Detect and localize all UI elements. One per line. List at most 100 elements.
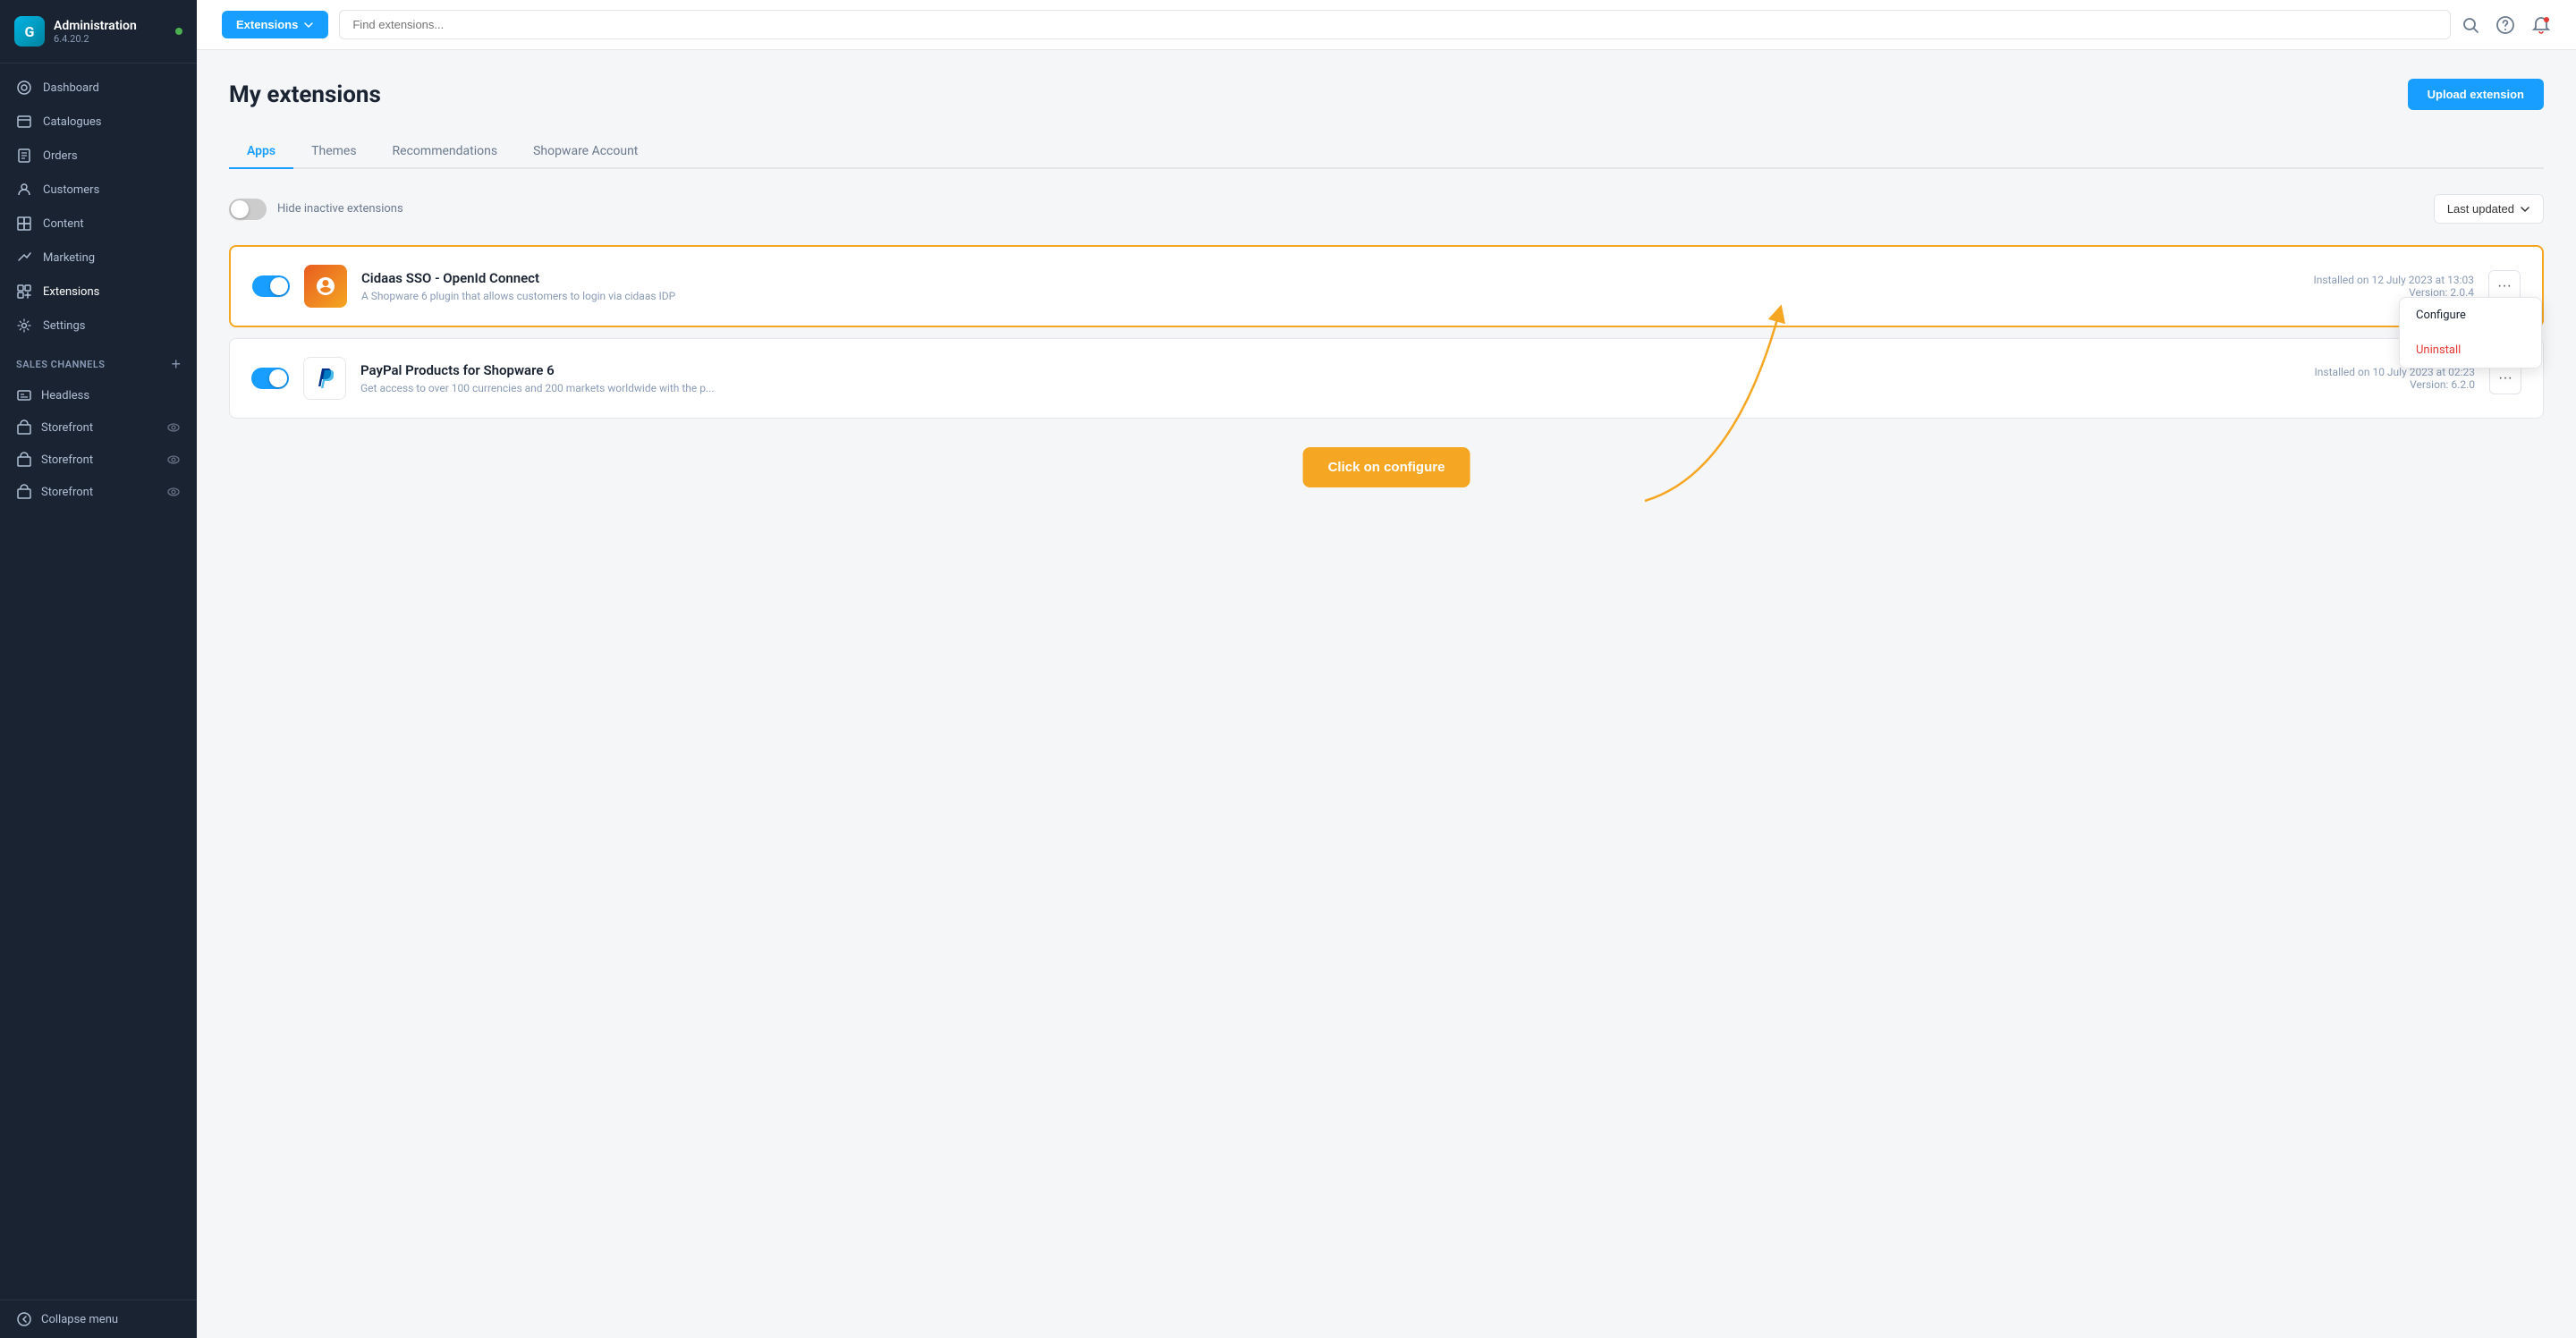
cidaas-desc: A Shopware 6 plugin that allows customer… [361, 290, 2300, 302]
sidebar-item-settings[interactable]: Settings [0, 309, 197, 343]
content-icon [16, 216, 32, 232]
collapse-menu-button[interactable]: Collapse menu [0, 1300, 197, 1338]
cidaas-logo [304, 265, 347, 308]
sidebar-item-content[interactable]: Content [0, 207, 197, 241]
storefront-label-1: Storefront [41, 421, 93, 435]
collapse-label: Collapse menu [41, 1313, 118, 1326]
storefront-icon-3 [16, 484, 32, 500]
hide-inactive-wrapper: Hide inactive extensions [229, 199, 403, 220]
help-icon[interactable] [2496, 15, 2515, 35]
sidebar-item-storefront-3[interactable]: Storefront [0, 476, 197, 508]
sidebar-item-orders[interactable]: Orders [0, 139, 197, 173]
notification-bell-icon[interactable] [2531, 15, 2551, 35]
sales-channels-label: Sales Channels [16, 359, 106, 370]
search-icon[interactable] [2462, 16, 2479, 34]
sidebar-item-label-extensions: Extensions [43, 285, 99, 299]
page-content-area: My extensions Upload extension Apps Them… [197, 50, 2576, 1338]
sidebar: G Administration 6.4.20.2 Dashboard [0, 0, 197, 1338]
status-dot [175, 28, 182, 35]
sidebar-item-label-catalogues: Catalogues [43, 115, 102, 129]
cidaas-name: Cidaas SSO - OpenId Connect [361, 270, 2300, 286]
tab-apps[interactable]: Apps [229, 135, 293, 169]
topbar-actions [2462, 15, 2551, 35]
cidaas-toggle[interactable] [252, 275, 290, 297]
app-title: Administration [54, 19, 137, 33]
marketing-icon [16, 250, 32, 266]
dots-icon: ··· [2498, 370, 2512, 386]
extensions-dropdown-button[interactable]: Extensions [222, 11, 328, 38]
sidebar-item-label-customers: Customers [43, 183, 99, 197]
cidaas-info: Cidaas SSO - OpenId Connect A Shopware 6… [361, 270, 2300, 302]
sidebar-item-catalogues[interactable]: Catalogues [0, 105, 197, 139]
tab-shopware-account[interactable]: Shopware Account [515, 135, 656, 169]
sidebar-item-marketing[interactable]: Marketing [0, 241, 197, 275]
sort-button[interactable]: Last updated [2434, 194, 2544, 224]
cidaas-meta: Installed on 12 July 2023 at 13:03 Versi… [2314, 274, 2474, 299]
configure-button[interactable]: Configure [2400, 298, 2541, 333]
upload-extension-button[interactable]: Upload extension [2408, 79, 2544, 110]
chevron-down-icon [303, 20, 314, 30]
tab-recommendations[interactable]: Recommendations [375, 135, 516, 169]
uninstall-button[interactable]: Uninstall [2400, 333, 2541, 368]
storefront-icon-2 [16, 452, 32, 468]
cidaas-installed: Installed on 12 July 2023 at 13:03 [2314, 274, 2474, 286]
tabs: Apps Themes Recommendations Shopware Acc… [229, 135, 2544, 169]
eye-icon-1[interactable] [166, 420, 181, 435]
tab-themes[interactable]: Themes [293, 135, 374, 169]
search-input[interactable] [339, 10, 2451, 39]
paypal-toggle[interactable] [251, 368, 289, 389]
sidebar-item-dashboard[interactable]: Dashboard [0, 71, 197, 105]
sidebar-item-label-content: Content [43, 217, 84, 231]
app-version: 6.4.20.2 [54, 33, 137, 45]
page-header: My extensions Upload extension [229, 79, 2544, 110]
filter-bar: Hide inactive extensions Last updated [229, 194, 2544, 224]
storefront-label-2: Storefront [41, 453, 93, 467]
add-sales-channel-button[interactable]: + [171, 355, 181, 374]
sidebar-item-label-dashboard: Dashboard [43, 81, 99, 95]
settings-icon [16, 318, 32, 334]
sort-label: Last updated [2447, 202, 2514, 216]
storefront-label-3: Storefront [41, 486, 93, 499]
headless-icon [16, 387, 32, 403]
main-content: Extensions [197, 0, 2576, 1338]
paypal-logo [303, 357, 346, 400]
paypal-desc: Get access to over 100 currencies and 20… [360, 382, 2301, 394]
hide-inactive-toggle[interactable] [229, 199, 267, 220]
eye-icon-3[interactable] [166, 485, 181, 499]
paypal-meta: Installed on 10 July 2023 at 02:23 Versi… [2315, 366, 2475, 391]
hint-arrow [1502, 456, 1788, 635]
paypal-version: Version: 6.2.0 [2315, 378, 2475, 391]
sidebar-item-label-settings: Settings [43, 319, 85, 333]
sidebar-item-storefront-2[interactable]: Storefront [0, 444, 197, 476]
page-title: My extensions [229, 81, 381, 108]
sidebar-item-customers[interactable]: Customers [0, 173, 197, 207]
storefront-icon-1 [16, 419, 32, 436]
configure-hint-area: Click on configure [229, 429, 2544, 537]
app-logo: G [14, 16, 45, 47]
hide-inactive-label: Hide inactive extensions [277, 202, 403, 216]
sidebar-item-label-marketing: Marketing [43, 251, 95, 265]
paypal-name: PayPal Products for Shopware 6 [360, 362, 2301, 378]
extension-card-paypal: PayPal Products for Shopware 6 Get acces… [229, 338, 2544, 419]
dashboard-icon [16, 80, 32, 96]
cidaas-dropdown-menu: Configure Uninstall [2399, 297, 2542, 368]
extension-card-cidaas: Cidaas SSO - OpenId Connect A Shopware 6… [229, 245, 2544, 327]
eye-icon-2[interactable] [166, 453, 181, 467]
paypal-info: PayPal Products for Shopware 6 Get acces… [360, 362, 2301, 394]
customers-icon [16, 182, 32, 198]
sales-channels-section: Sales Channels + [0, 343, 197, 379]
headless-label: Headless [41, 389, 89, 402]
extensions-list: Cidaas SSO - OpenId Connect A Shopware 6… [229, 245, 2544, 537]
orders-icon [16, 148, 32, 164]
dots-icon: ··· [2497, 278, 2512, 294]
extensions-btn-label: Extensions [236, 18, 298, 31]
sidebar-item-headless[interactable]: Headless [0, 379, 197, 411]
sidebar-header: G Administration 6.4.20.2 [0, 0, 197, 64]
topbar: Extensions [197, 0, 2576, 50]
sidebar-item-storefront-1[interactable]: Storefront [0, 411, 197, 444]
collapse-icon [16, 1311, 32, 1327]
sidebar-item-extensions[interactable]: Extensions [0, 275, 197, 309]
click-on-configure-hint[interactable]: Click on configure [1303, 447, 1470, 487]
sidebar-nav: Dashboard Catalogues Orders [0, 64, 197, 1300]
sidebar-item-label-orders: Orders [43, 149, 78, 163]
